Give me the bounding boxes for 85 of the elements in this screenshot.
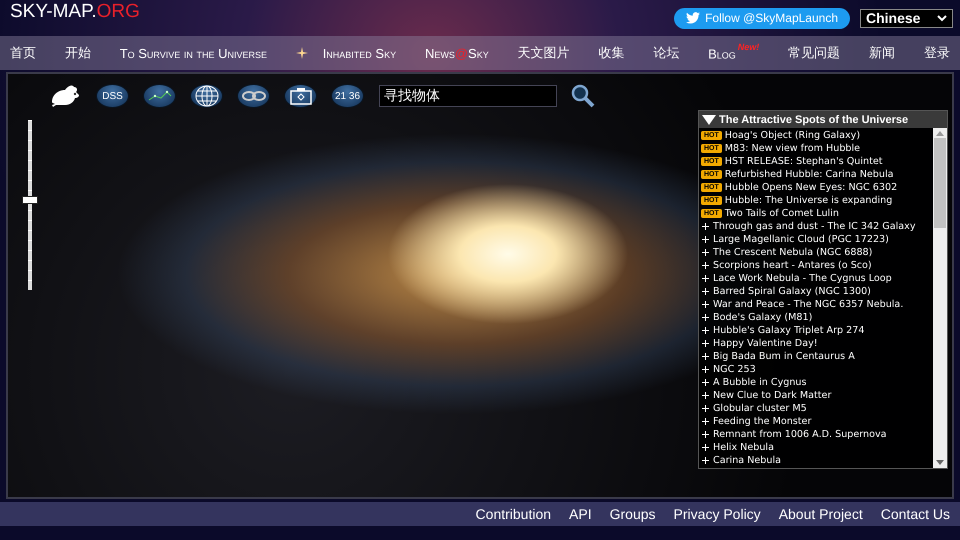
spot-link[interactable]: Scorpions heart - Antares (ο Sco) (713, 260, 872, 271)
spot-link[interactable]: New Clue to Dark Matter (713, 390, 832, 401)
language-select[interactable]: Chinese (860, 8, 953, 28)
plus-icon (702, 353, 709, 360)
spot-link[interactable]: Hoag's Object (Ring Galaxy) (724, 130, 860, 141)
spot-link[interactable]: Two Tails of Comet Lulin (724, 208, 839, 219)
camera-button[interactable] (284, 84, 317, 108)
camera-icon (290, 87, 312, 105)
spot-link[interactable]: Happy Valentine Day! (713, 338, 818, 349)
spot-link[interactable]: HST RELEASE: Stephan's Quintet (724, 156, 882, 167)
plus-icon (702, 366, 709, 373)
nav-link[interactable]: 新闻 (868, 44, 895, 62)
plus-icon (702, 275, 709, 282)
nav-link[interactable]: Blog$^{New!}$ (708, 44, 760, 62)
spot-link[interactable]: Hubble's Galaxy Triplet Arp 274 (713, 325, 864, 336)
spot-link[interactable]: Carina Nebula (713, 455, 781, 466)
scrollbar[interactable] (933, 128, 947, 468)
plus-icon (702, 288, 709, 295)
spot-link[interactable]: A Bubble in Cygnus (713, 377, 806, 388)
spot-link[interactable]: M83: New view from Hubble (724, 143, 860, 154)
constellation-button[interactable] (143, 84, 176, 108)
zoom-slider[interactable] (22, 120, 38, 290)
footer-link[interactable]: Privacy Policy (674, 506, 761, 522)
nav-link[interactable]: 首页 (10, 44, 36, 62)
nav-link[interactable]: 论坛 (653, 44, 680, 62)
plus-icon (702, 262, 709, 269)
plus-icon (702, 444, 709, 451)
plus-icon (702, 249, 709, 256)
scroll-down-icon[interactable] (936, 460, 944, 465)
tool-button[interactable]: DSS (96, 84, 129, 108)
spot-link[interactable]: Globular cluster M5 (713, 403, 807, 414)
nav-link[interactable]: News@Sky (424, 46, 489, 60)
plus-icon (702, 340, 709, 347)
plus-icon (702, 431, 709, 438)
plus-icon (702, 327, 709, 334)
nav-link[interactable]: 开始 (64, 44, 91, 62)
spot-link[interactable]: Hubble Opens New Eyes: NGC 6302 (724, 182, 898, 193)
search-field[interactable]: 寻找物体 (379, 85, 557, 107)
footer-link[interactable]: Groups (610, 506, 656, 522)
plus-icon (702, 314, 709, 321)
chain-icon (240, 90, 266, 102)
plus-icon (702, 418, 709, 425)
spot-link[interactable]: NGC 253 (713, 364, 756, 375)
spot-link[interactable]: Helix Nebula (713, 442, 774, 453)
plus-icon (702, 405, 709, 412)
spot-link[interactable]: Barred Spiral Galaxy (NGC 1300) (713, 286, 871, 297)
nav-link[interactable]: Inhabited Sky (322, 46, 396, 60)
nav-link[interactable]: 常见问题 (788, 44, 840, 62)
nav-link[interactable]: 登录 (924, 44, 950, 62)
spot-link[interactable]: Remnant from 1006 A.D. Supernova (713, 429, 887, 440)
footer-link[interactable]: Contribution (476, 506, 552, 522)
plus-icon (702, 301, 709, 308)
plus-icon (702, 236, 709, 243)
scroll-thumb[interactable] (934, 138, 946, 228)
globe-button[interactable] (190, 84, 223, 108)
spot-link[interactable]: Refurbished Hubble: Carina Nebula (724, 169, 894, 180)
chevron-down-icon (937, 14, 947, 22)
spot-link[interactable]: Lace Work Nebula - The Cygnus Loop (713, 273, 892, 284)
spot-link[interactable]: The Crescent Nebula (NGC 6888) (713, 247, 872, 258)
spot-link[interactable]: War and Peace - The NGC 6357 Nebula. (713, 299, 904, 310)
nav-link[interactable]: 天文图片 (518, 44, 570, 62)
spot-link[interactable]: Big Bada Bum in Centaurus A (713, 351, 855, 362)
spot-link[interactable]: Large Magellanic Cloud (PGC 17223) (713, 234, 889, 245)
footer-link[interactable]: About Project (778, 506, 863, 522)
search-icon[interactable] (571, 84, 595, 108)
plus-icon (702, 457, 709, 464)
bird-icon (686, 12, 700, 24)
plus-icon (702, 392, 709, 399)
site-logo[interactable]: SKY-MAP.ORG (10, 1, 140, 23)
plus-icon (702, 223, 709, 230)
sparkle-icon (296, 47, 308, 59)
plus-icon (702, 379, 709, 386)
spot-link[interactable]: Hubble: The Universe is expanding (724, 195, 892, 206)
triangle-down-icon[interactable] (702, 114, 716, 124)
spot-link[interactable]: Bode's Galaxy (M81) (713, 312, 812, 323)
spot-link[interactable]: Feeding the Monster (713, 416, 812, 427)
spot-link[interactable]: Through gas and dust - The IC 342 Galaxy (713, 221, 916, 232)
footer-link[interactable]: API (569, 506, 592, 522)
globe-icon (194, 85, 220, 107)
footer-link[interactable]: Contact Us (880, 506, 950, 522)
panel-title: The Attractive Spots of the Universe (719, 114, 908, 126)
chain-button[interactable] (237, 84, 270, 108)
nav-link[interactable]: 收集 (598, 44, 624, 62)
tool-button[interactable]: 21 36 (331, 84, 364, 108)
nav-link[interactable]: To Survive in the Universe (120, 46, 267, 60)
